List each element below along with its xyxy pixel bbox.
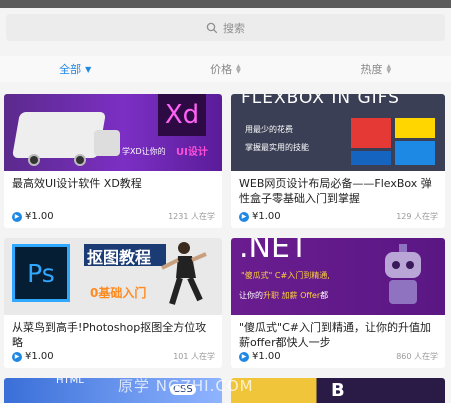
play-icon: ▶ bbox=[239, 211, 249, 222]
filter-price-label: 价格 bbox=[210, 63, 233, 76]
dotnet-logo: .NET bbox=[239, 238, 309, 265]
course-title: 从菜鸟到高手!Photoshop抠图全方位攻略 bbox=[12, 321, 207, 349]
sort-icon: ▲ ▼ bbox=[386, 63, 392, 75]
course-thumbnail: Xd 学XD让你的 UI设计 bbox=[4, 94, 222, 171]
course-card[interactable]: FLEXBOX IN GIFS 用最少的花费 掌握最实用的技能 WEB网页设计布… bbox=[231, 94, 445, 228]
filter-bar: 全部 ▼ 价格 ▲ ▼ 热度 ▲ ▼ bbox=[0, 56, 451, 82]
filter-popularity-label: 热度 bbox=[360, 63, 383, 76]
search-icon bbox=[206, 22, 218, 33]
course-card[interactable]: .NET "傻瓜式" C#入门到精通, 让你的升职 加薪 Offer都 "傻瓜式… bbox=[231, 238, 445, 368]
price-row: ▶ ¥1.00 860 人在学 bbox=[239, 351, 438, 362]
robot-graphic bbox=[385, 244, 421, 304]
search-input[interactable]: 搜索 bbox=[6, 14, 445, 41]
flex-block-graphic bbox=[351, 151, 391, 165]
truck-cab-graphic bbox=[94, 130, 120, 156]
thumb-label: HTML bbox=[56, 378, 84, 386]
course-title: "傻瓜式"C#入门到精通，让你的升值加薪offer都快人一步 bbox=[239, 321, 432, 349]
thumb-label: B bbox=[331, 380, 345, 401]
course-title: WEB网页设计布局必备——FlexBox 弹性盒子零基础入门到掌握 bbox=[239, 177, 432, 205]
filter-popularity[interactable]: 热度 ▲ ▼ bbox=[301, 61, 451, 77]
filter-all[interactable]: 全部 ▼ bbox=[0, 61, 150, 77]
filter-all-label: 全部 bbox=[59, 63, 82, 76]
thumb-line-2: 让你的升职 加薪 Offer都 bbox=[239, 291, 329, 300]
price-row: ▶ ¥1.00 1231 人在学 bbox=[12, 211, 215, 222]
wheel-graphic bbox=[74, 154, 86, 166]
learner-count: 1231 人在学 bbox=[168, 212, 215, 221]
thumb-line-1: "傻瓜式" C#入门到精通, bbox=[241, 271, 330, 280]
course-price: ¥1.00 bbox=[252, 211, 281, 222]
course-thumbnail: B bbox=[231, 378, 445, 403]
watermark: 原学 NGZHI.COM bbox=[118, 377, 254, 395]
course-price: ¥1.00 bbox=[252, 351, 281, 362]
thumb-subtitle: 0基础入门 bbox=[90, 286, 147, 300]
photoshop-logo: Ps bbox=[12, 244, 70, 302]
course-thumbnail: Ps 抠图教程 0基础入门 bbox=[4, 238, 222, 315]
caret-down-icon: ▼ bbox=[85, 64, 92, 74]
flex-block-graphic bbox=[395, 141, 435, 165]
thumb-caption-highlight: UI设计 bbox=[176, 147, 208, 158]
truck-graphic bbox=[11, 112, 107, 158]
filter-price[interactable]: 价格 ▲ ▼ bbox=[150, 61, 300, 77]
thumb-caption: 学XD让你的 bbox=[122, 147, 166, 156]
thumb-headline: FLEXBOX IN GIFS bbox=[241, 94, 400, 108]
play-icon: ▶ bbox=[12, 211, 22, 222]
flex-block-graphic bbox=[395, 118, 435, 138]
xd-logo: Xd bbox=[158, 94, 206, 136]
course-thumbnail: FLEXBOX IN GIFS 用最少的花费 掌握最实用的技能 bbox=[231, 94, 445, 171]
price-row: ▶ ¥1.00 101 人在学 bbox=[12, 351, 215, 362]
learner-count: 860 人在学 bbox=[396, 352, 438, 361]
price-row: ▶ ¥1.00 129 人在学 bbox=[239, 211, 438, 222]
course-price: ¥1.00 bbox=[25, 351, 54, 362]
course-card[interactable]: Ps 抠图教程 0基础入门 从菜鸟到高手!Photoshop抠图全方位攻略 ▶ … bbox=[4, 238, 222, 368]
flex-block-graphic bbox=[351, 118, 391, 148]
search-placeholder: 搜索 bbox=[223, 21, 245, 35]
status-bar bbox=[0, 0, 451, 8]
course-card[interactable]: B bbox=[231, 378, 445, 403]
sort-icon: ▲ ▼ bbox=[236, 63, 241, 75]
learner-count: 101 人在学 bbox=[173, 352, 215, 361]
thumb-line-2: 掌握最实用的技能 bbox=[245, 143, 309, 152]
course-card[interactable]: Xd 学XD让你的 UI设计 最高效UI设计软件 XD教程 ▶ ¥1.00 12… bbox=[4, 94, 222, 228]
play-icon: ▶ bbox=[12, 351, 22, 362]
course-thumbnail: .NET "傻瓜式" C#入门到精通, 让你的升职 加薪 Offer都 bbox=[231, 238, 445, 315]
dancer-graphic bbox=[161, 242, 207, 305]
course-title: 最高效UI设计软件 XD教程 bbox=[12, 177, 142, 190]
thumb-line-1: 用最少的花费 bbox=[245, 125, 293, 134]
learner-count: 129 人在学 bbox=[396, 212, 438, 221]
course-price: ¥1.00 bbox=[25, 211, 54, 222]
wheel-graphic bbox=[28, 154, 40, 166]
play-icon: ▶ bbox=[239, 351, 249, 362]
